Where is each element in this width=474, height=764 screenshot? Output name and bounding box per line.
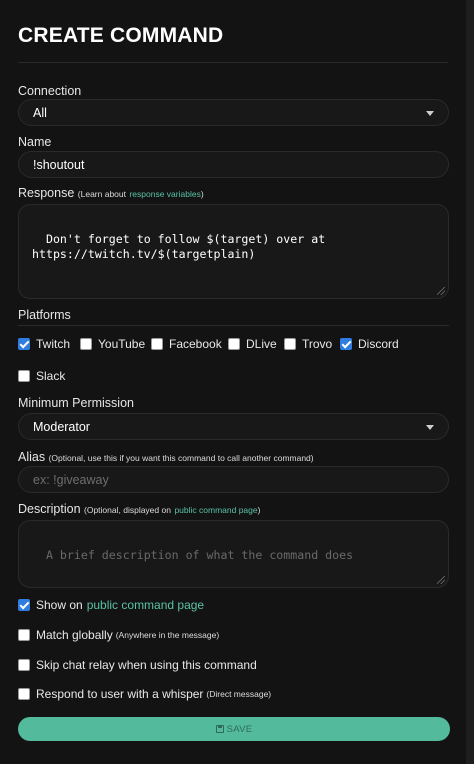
platform-trovo-checkbox[interactable]: Trovo	[284, 337, 332, 351]
resize-handle-icon[interactable]	[437, 287, 445, 295]
whisper-hint: (Direct message)	[206, 689, 272, 699]
checkbox-icon	[18, 659, 30, 671]
permission-select[interactable]: Moderator	[18, 413, 449, 440]
platform-dlive-label: DLive	[246, 337, 277, 351]
description-label: Description (Optional, displayed on publ…	[18, 502, 260, 516]
permission-value: Moderator	[33, 419, 90, 434]
platform-discord-label: Discord	[358, 337, 399, 351]
platform-facebook-checkbox[interactable]: Facebook	[151, 337, 222, 351]
chevron-down-icon	[426, 424, 434, 430]
checkbox-icon	[228, 338, 240, 350]
platform-slack-checkbox[interactable]: Slack	[18, 369, 65, 383]
alias-hint: (Optional, use this if you want this com…	[48, 453, 314, 463]
checkbox-icon	[18, 370, 30, 382]
response-textarea[interactable]: Don't forget to follow $(target) over at…	[18, 204, 449, 299]
save-icon	[215, 725, 224, 733]
save-button[interactable]: SAVE	[18, 717, 450, 741]
platform-slack-label: Slack	[36, 369, 66, 383]
name-label: Name	[18, 135, 52, 149]
checkbox-icon	[80, 338, 92, 350]
skip-relay-checkbox[interactable]: Skip chat relay when using this command	[18, 658, 257, 672]
connection-label: Connection	[18, 84, 82, 98]
checkbox-icon	[284, 338, 296, 350]
alias-placeholder: ex: !giveaway	[33, 472, 109, 487]
resize-handle-icon[interactable]	[437, 576, 445, 584]
alias-label-text: Alias	[18, 450, 46, 464]
whisper-checkbox[interactable]: Respond to user with a whisper (Direct m…	[18, 687, 271, 701]
match-globally-checkbox[interactable]: Match globally (Anywhere in the message)	[18, 628, 219, 642]
platform-youtube-label: YouTube	[98, 337, 146, 351]
platform-twitch-checkbox[interactable]: Twitch	[18, 337, 70, 351]
description-placeholder: A brief description of what the command …	[45, 548, 354, 562]
platform-youtube-checkbox[interactable]: YouTube	[80, 337, 145, 351]
show-public-checkbox[interactable]: Show on public command page	[18, 598, 204, 612]
checkbox-icon	[18, 688, 30, 700]
panel-edge	[466, 0, 474, 764]
skip-relay-label: Skip chat relay when using this command	[36, 658, 257, 672]
checkbox-icon	[18, 629, 30, 641]
whisper-label: Respond to user with a whisper	[36, 687, 204, 701]
response-label: Response (Learn about response variables…	[18, 186, 204, 200]
name-value: !shoutout	[33, 157, 85, 172]
show-public-label: Show on	[36, 598, 83, 612]
chevron-down-icon	[426, 110, 434, 116]
checkbox-checked-icon	[18, 599, 30, 611]
response-variables-link[interactable]: response variables	[129, 189, 200, 199]
checkbox-icon	[151, 338, 163, 350]
response-label-text: Response	[18, 186, 75, 200]
show-public-link[interactable]: public command page	[87, 598, 204, 612]
match-globally-label: Match globally	[36, 628, 113, 642]
alias-label: Alias (Optional, use this if you want th…	[18, 450, 314, 464]
platforms-label: Platforms	[18, 308, 71, 322]
response-value: Don't forget to follow $(target) over at…	[32, 232, 326, 261]
name-input[interactable]: !shoutout	[18, 151, 449, 178]
permission-label: Minimum Permission	[18, 396, 134, 410]
platform-dlive-checkbox[interactable]: DLive	[228, 337, 277, 351]
platform-twitch-label: Twitch	[36, 337, 71, 351]
description-label-text: Description	[18, 502, 81, 516]
save-label: SAVE	[226, 723, 253, 735]
platforms-divider	[18, 325, 449, 326]
connection-value: All	[33, 105, 47, 120]
page-title: CREATE COMMAND	[18, 0, 448, 63]
description-textarea[interactable]: A brief description of what the command …	[18, 520, 449, 588]
match-globally-hint: (Anywhere in the message)	[115, 630, 220, 640]
description-hint-prefix: (Optional, displayed on	[84, 505, 171, 515]
response-hint-prefix: (Learn about	[77, 189, 126, 199]
checkbox-checked-icon	[18, 338, 30, 350]
response-hint-suffix: )	[200, 189, 204, 199]
public-command-page-link[interactable]: public command page	[174, 505, 257, 515]
platform-discord-checkbox[interactable]: Discord	[340, 337, 399, 351]
connection-select[interactable]: All	[18, 99, 449, 126]
platform-trovo-label: Trovo	[302, 337, 333, 351]
alias-input[interactable]: ex: !giveaway	[18, 466, 449, 493]
checkbox-checked-icon	[340, 338, 352, 350]
platform-facebook-label: Facebook	[169, 337, 222, 351]
description-hint-suffix: )	[257, 505, 261, 515]
